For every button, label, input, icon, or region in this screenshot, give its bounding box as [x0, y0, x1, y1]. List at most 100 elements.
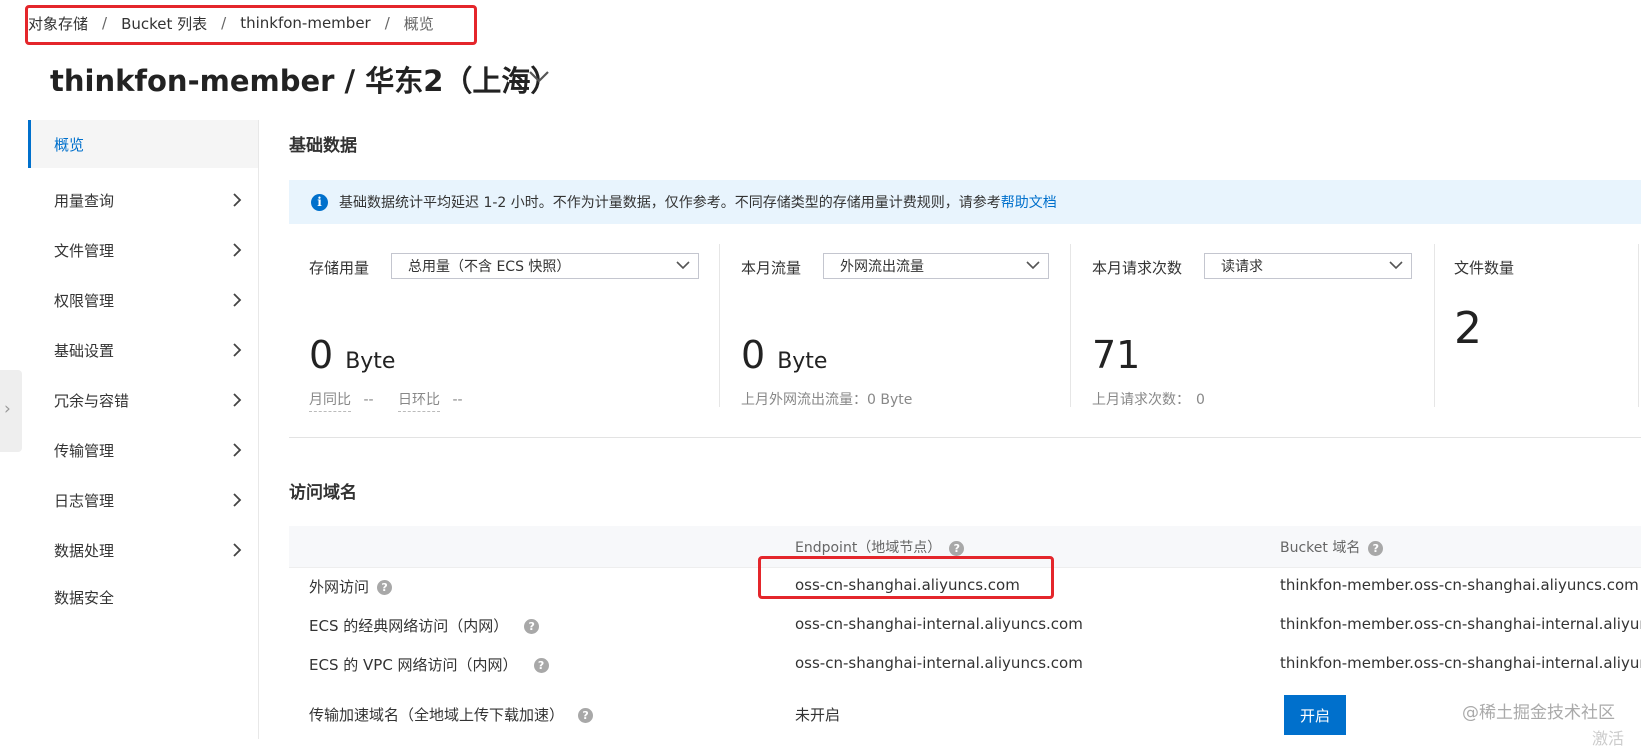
sidebar-item-label: 日志管理	[54, 491, 115, 510]
file-count-value: 2	[1454, 303, 1482, 354]
section-title-access-domains: 访问域名	[289, 483, 357, 503]
watermark: @稀土掘金技术社区	[1462, 703, 1615, 723]
divider	[719, 244, 720, 407]
sidebar-item-label: 冗余与容错	[54, 391, 130, 410]
table-cell-bucket-domain[interactable]: thinkfon-member.oss-cn-shanghai-internal…	[1280, 654, 1641, 672]
sidebar-item-transfer[interactable]: 传输管理	[28, 426, 258, 474]
monthly-requests-label: 本月请求次数	[1092, 259, 1183, 277]
storage-usage-value: 0 Byte	[309, 333, 395, 377]
sidebar-item-label: 文件管理	[54, 241, 115, 260]
table-cell-bucket-domain[interactable]: thinkfon-member.oss-cn-shanghai-internal…	[1280, 615, 1641, 633]
enable-accel-button[interactable]: 开启	[1284, 695, 1346, 735]
dod-value: --	[452, 392, 463, 408]
watermark-partial: 激活	[1592, 729, 1625, 748]
chevron-down-icon	[676, 261, 690, 270]
column-header-bucket-domain: Bucket 域名?	[1280, 537, 1384, 557]
last-month-requests-value: 0	[1196, 392, 1205, 408]
last-month-requests-label: 上月请求次数：	[1092, 392, 1190, 408]
help-icon[interactable]: ?	[1368, 540, 1384, 556]
sidebar: 概览 用量查询 文件管理 权限管理 基础设置 冗余与容错 传输管理 日志管理 数…	[28, 120, 259, 739]
table-cell-bucket-domain[interactable]: thinkfon-member.oss-cn-shanghai.aliyuncs…	[1280, 576, 1639, 594]
row-name-label: 外网访问	[309, 578, 370, 596]
section-title-basic-data: 基础数据	[289, 136, 357, 156]
request-type-select[interactable]: 读请求	[1204, 253, 1412, 279]
help-icon[interactable]: ?	[949, 540, 965, 556]
divider	[1070, 244, 1071, 407]
section-divider	[289, 437, 1641, 438]
chevron-right-icon	[233, 393, 242, 407]
help-icon[interactable]: ?	[524, 619, 540, 634]
mom-value: --	[363, 392, 374, 408]
info-icon: i	[311, 193, 328, 211]
monthly-requests-value: 71	[1092, 333, 1141, 377]
sidebar-item-data-security[interactable]: 数据安全	[28, 573, 258, 621]
help-icon[interactable]: ?	[377, 580, 393, 595]
monthly-traffic-label: 本月流量	[741, 259, 802, 277]
chevron-right-icon	[233, 243, 242, 257]
sidebar-item-redundancy[interactable]: 冗余与容错	[28, 376, 258, 424]
chevron-right-icon: ›	[4, 399, 11, 419]
sidebar-item-usage[interactable]: 用量查询	[28, 176, 258, 224]
last-month-requests: 上月请求次数： 0	[1092, 389, 1205, 409]
chevron-right-icon	[233, 293, 242, 307]
sidebar-item-logs[interactable]: 日志管理	[28, 476, 258, 524]
sidebar-item-label: 基础设置	[54, 341, 115, 360]
sidebar-item-files[interactable]: 文件管理	[28, 226, 258, 274]
table-cell-endpoint[interactable]: oss-cn-shanghai-internal.aliyuncs.com	[795, 615, 1083, 633]
sidebar-item-overview[interactable]: 概览	[28, 120, 258, 168]
help-doc-link[interactable]: 帮助文档	[1001, 192, 1057, 212]
row-name-label: ECS 的经典网络访问（内网）	[309, 617, 509, 635]
select-value: 读请求	[1221, 259, 1263, 275]
table-row-name: 外网访问?	[309, 576, 393, 597]
divider	[1434, 244, 1435, 407]
chevron-right-icon	[233, 343, 242, 357]
table-row-name: 传输加速域名（全地域上传下载加速）?	[309, 704, 594, 725]
traffic-type-select[interactable]: 外网流出流量	[823, 253, 1049, 279]
table-row-name: ECS 的经典网络访问（内网）?	[309, 615, 540, 636]
table-cell-endpoint[interactable]: oss-cn-shanghai-internal.aliyuncs.com	[795, 654, 1083, 672]
row-name-label: ECS 的 VPC 网络访问（内网）	[309, 656, 518, 674]
sidebar-item-data-processing[interactable]: 数据处理	[28, 526, 258, 574]
sidebar-item-label: 用量查询	[54, 191, 115, 210]
select-value: 外网流出流量	[840, 259, 924, 275]
info-banner: i 基础数据统计平均延迟 1-2 小时。不作为计量数据，仅作参考。不同存储类型的…	[289, 180, 1641, 224]
chevron-right-icon	[233, 493, 242, 507]
help-icon[interactable]: ?	[578, 708, 594, 723]
sidebar-item-label: 数据安全	[54, 588, 115, 607]
monthly-traffic-value: 0 Byte	[741, 333, 827, 377]
dod-label: 日环比	[398, 392, 441, 412]
sidebar-item-label: 数据处理	[54, 541, 115, 560]
annotation-box-endpoint	[758, 556, 1054, 599]
sidebar-item-basic-settings[interactable]: 基础设置	[28, 326, 258, 374]
chevron-down-icon[interactable]	[528, 70, 550, 84]
column-header-endpoint-label: Endpoint（地域节点）	[795, 540, 942, 556]
chevron-right-icon	[233, 543, 242, 557]
page-title: thinkfon-member / 华东2（上海）	[50, 64, 560, 98]
storage-compare: 月同比 -- 日环比 --	[309, 389, 463, 412]
table-row-name: ECS 的 VPC 网络访问（内网）?	[309, 654, 549, 675]
help-icon[interactable]: ?	[533, 658, 549, 673]
traffic-unit: Byte	[777, 349, 828, 374]
mom-label: 月同比	[309, 392, 351, 412]
storage-usage-number: 0	[309, 333, 334, 377]
storage-type-select[interactable]: 总用量（不含 ECS 快照）	[391, 253, 699, 279]
chevron-down-icon	[1389, 261, 1403, 270]
sidebar-item-permissions[interactable]: 权限管理	[28, 276, 258, 324]
chevron-right-icon	[233, 193, 242, 207]
traffic-number: 0	[741, 333, 766, 377]
storage-usage-label: 存储用量	[309, 259, 370, 277]
annotation-box-breadcrumb	[25, 5, 477, 45]
sidebar-item-label: 概览	[54, 135, 85, 154]
sidebar-item-label: 权限管理	[54, 291, 115, 310]
column-header-endpoint: Endpoint（地域节点）?	[795, 537, 965, 557]
file-count-label: 文件数量	[1454, 259, 1515, 277]
sidebar-item-label: 传输管理	[54, 441, 115, 460]
sidebar-collapse-handle[interactable]: ›	[0, 370, 22, 452]
row-name-label: 传输加速域名（全地域上传下载加速）	[309, 706, 565, 724]
chevron-down-icon	[1026, 261, 1040, 270]
divider	[1638, 244, 1639, 407]
select-value: 总用量（不含 ECS 快照）	[408, 259, 571, 275]
accel-status: 未开启	[795, 706, 841, 724]
chevron-right-icon	[233, 443, 242, 457]
column-header-bucket-domain-label: Bucket 域名	[1280, 540, 1361, 556]
